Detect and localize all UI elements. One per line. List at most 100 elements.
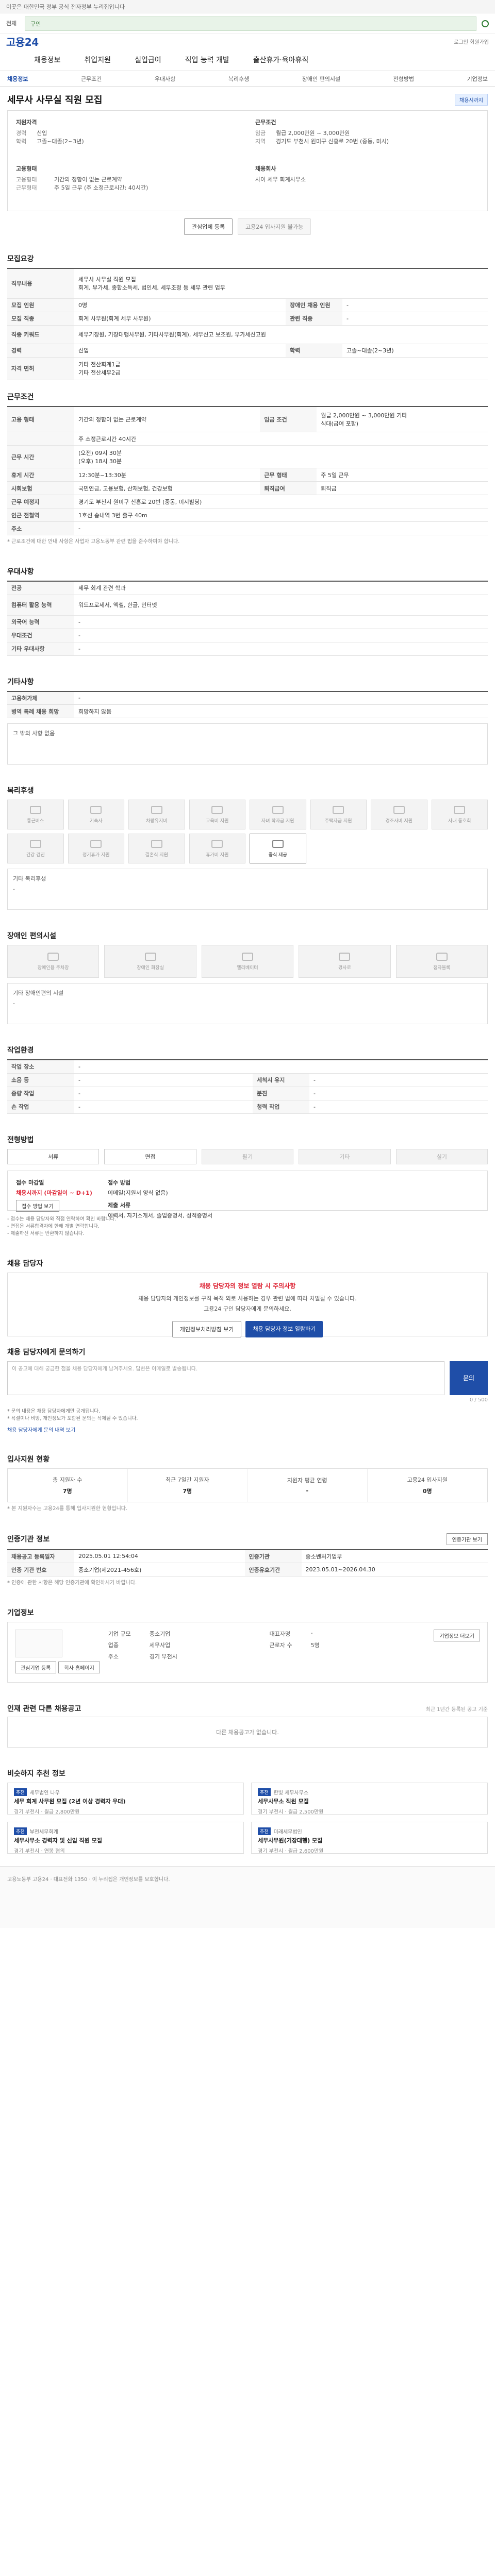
interest-button[interactable]: 관심업체 등록 xyxy=(184,218,233,235)
company-key: 주소 xyxy=(108,1653,119,1660)
search-input[interactable]: 구인 xyxy=(25,16,476,31)
company-value: 중소기업 xyxy=(149,1631,171,1637)
table-row: 기타 우대사항 - xyxy=(7,642,488,656)
footer-text: 고용노동부 고용24 · 대표전화 1350 · 이 누리집은 개인정보를 보호… xyxy=(7,1877,170,1883)
meal-icon xyxy=(272,839,284,848)
recommend-card[interactable]: 추천 미래세무법인 세무사무원(기장대행) 모집 경기 부천시 · 월급 2,60… xyxy=(251,1822,488,1854)
gov-notice: 이곳은 대한민국 정부 공식 전자정부 누리집입니다 xyxy=(6,3,125,10)
benefit-item: 결혼식 지원 xyxy=(128,834,185,863)
summary-cond-title: 근무조건 xyxy=(255,119,276,126)
row-value: 12:30분~13:30분 xyxy=(74,468,260,482)
tab-company[interactable]: 기업정보 xyxy=(467,75,487,83)
summary-key: 지역 xyxy=(255,138,266,145)
company-homepage-button[interactable]: 회사 홈페이지 xyxy=(58,1662,100,1673)
summary-value: 고졸~대졸(2~3년) xyxy=(37,138,84,145)
contact-warning: 채용 담당자의 정보 열람 시 주의사항 xyxy=(199,1282,296,1290)
nav-item-jobs[interactable]: 채용정보 xyxy=(34,55,61,65)
summary-value: 주 5일 근무 (주 소정근로시간: 40시간) xyxy=(54,184,148,191)
tab-benefit[interactable]: 복리후생 xyxy=(228,75,249,83)
summary-value[interactable]: 사이 세무 회계사무소 xyxy=(255,176,306,184)
search-scope-select[interactable]: 전체 xyxy=(6,19,20,29)
company-value: 세무사업 xyxy=(149,1642,171,1649)
rec-title: 세무사무원(기장대행) 모집 xyxy=(258,1837,323,1844)
recommend-card[interactable]: 추천 세무법인 나우 세무 회계 사무원 모집 (2년 이상 경력자 우대) 경기… xyxy=(7,1783,244,1815)
rec-tag: 추천 xyxy=(258,1827,271,1835)
summary-value: 신입 xyxy=(37,130,47,137)
nav-item-support[interactable]: 취업지원 xyxy=(85,55,111,65)
row-value: 세무사 사무실 직원 모집 회계, 부가세, 종합소득세, 법인세, 세무조정 … xyxy=(74,268,488,299)
user-tools[interactable]: 로그인 회원가입 xyxy=(454,38,489,45)
table-row: 소음 등 - 세척시 유지 - xyxy=(7,1073,488,1087)
rec-tag: 추천 xyxy=(14,1827,27,1835)
disab-item: 경사로 xyxy=(299,945,391,978)
section-title-contact: 채용 담당자 xyxy=(7,1259,43,1268)
contact-text: 채용 담당자의 개인정보를 구직 목적 외로 사용하는 경우 관련 법에 따라 … xyxy=(138,1295,357,1302)
tab-recruit[interactable]: 채용정보 xyxy=(7,75,28,83)
inquiry-history-link[interactable]: 채용 담당자에게 문의 내역 보기 xyxy=(7,1426,488,1433)
company-key: 근로자 수 xyxy=(269,1642,292,1649)
gov-notice-bar: 이곳은 대한민국 정부 공식 전자정부 누리집입니다 xyxy=(0,0,495,13)
tab-method[interactable]: 전형방법 xyxy=(393,75,414,83)
view-contact-button[interactable]: 채용 담당자 정보 열람하기 xyxy=(245,1320,323,1337)
tab-pref[interactable]: 우대사항 xyxy=(155,75,175,83)
tab-disab[interactable]: 장애인 편의시설 xyxy=(302,75,340,83)
section-title-benefit: 복리후생 xyxy=(7,787,34,795)
row-key: 인증 기관 번호 xyxy=(7,1563,74,1577)
row-key: 근무 형태 xyxy=(260,468,317,482)
bullet-line: - 면접은 서류합격자에 한해 개별 연락합니다. xyxy=(7,1223,100,1229)
deadline-col: 접수 마감일 채용시까지 (마감일이 ~ D+1) 접수 방법 보기 xyxy=(16,1178,92,1212)
company-box: 관심기업 등록 회사 홈페이지 기업 규모 중소기업 대표자명 - 업종 세무사업 근… xyxy=(7,1622,488,1683)
rec-title: 세무 회계 사무원 모집 (2년 이상 경력자 우대) xyxy=(14,1798,126,1805)
company-more-button[interactable]: 기업정보 더보기 xyxy=(434,1630,480,1641)
row-key: 관련 직종 xyxy=(286,312,343,326)
nav-item-training[interactable]: 직업 능력 개발 xyxy=(185,55,229,65)
summary-key: 학력 xyxy=(16,138,27,145)
disab-other-box: 기타 장애인편의 시설 - xyxy=(7,983,488,1024)
disab-label: 장애인 화장실 xyxy=(137,965,164,971)
nav-item-benefits[interactable]: 실업급여 xyxy=(135,55,161,65)
stat-label: 지원자 평균 연령 xyxy=(287,1477,327,1484)
summary-qual-title: 지원자격 xyxy=(16,119,37,126)
company-logo xyxy=(15,1630,62,1657)
view-method-button[interactable]: 접수 방법 보기 xyxy=(16,1199,59,1212)
stat-value: - xyxy=(306,1487,309,1494)
row-value: 2025.05.01 12:54:04 xyxy=(74,1549,245,1563)
club-icon xyxy=(454,805,466,814)
job-title: 세무사 사무실 직원 모집 xyxy=(7,95,103,106)
section-tabs: 채용정보 근무조건 우대사항 복리후생 장애인 편의시설 전형방법 기업정보 xyxy=(0,71,495,87)
row-value: - xyxy=(74,1100,253,1114)
site-logo[interactable]: 고용24 xyxy=(6,34,39,49)
inquiry-textarea[interactable]: 이 공고에 대해 궁금한 점을 채용 담당자에게 남겨주세요. 답변은 이메일로… xyxy=(7,1361,444,1395)
recommend-card[interactable]: 추천 한빛 세무사무소 세무사무소 직원 모집 경기 부천시 · 월급 2,500… xyxy=(251,1783,488,1815)
row-key: 임금 조건 xyxy=(260,406,317,432)
row-key: 세척시 유지 xyxy=(253,1073,309,1087)
method-practical: 실기 xyxy=(395,1148,488,1164)
inquiry-submit-button[interactable]: 문의 xyxy=(450,1361,488,1395)
benefit-item: 자녀 학자금 지원 xyxy=(250,800,306,829)
section-title-work: 근무조건 xyxy=(7,393,34,401)
section-title-method: 전형방법 xyxy=(7,1136,34,1144)
section-title-other: 기타사항 xyxy=(7,677,34,686)
summary-type-title: 고용형태 xyxy=(16,165,37,172)
method-heading: 접수 방법 xyxy=(107,1179,131,1186)
rec-tag: 추천 xyxy=(258,1788,271,1796)
main-nav: 채용정보 취업지원 실업급여 직업 능력 개발 출산휴가·육아휴직 xyxy=(0,48,495,71)
row-value: - xyxy=(74,521,488,535)
disab-other-value: - xyxy=(13,1000,15,1007)
section-title-workenv: 작업환경 xyxy=(7,1046,34,1055)
apply-button[interactable]: 고용24 입사지원 불가능 xyxy=(238,218,311,235)
benefit-label: 자녀 학자금 지원 xyxy=(261,818,294,824)
row-key: 장애인 채용 인원 xyxy=(286,298,343,312)
company-follow-button[interactable]: 관심기업 등록 xyxy=(15,1662,57,1673)
row-key: 중량 작업 xyxy=(7,1087,74,1100)
privacy-policy-button[interactable]: 개인정보처리방침 보기 xyxy=(172,1320,242,1337)
recommend-card[interactable]: 추천 부천세무회계 세무사무소 경력자 및 신입 직원 모집 경기 부천시 · 연… xyxy=(7,1822,244,1854)
row-key: 채용공고 등록일자 xyxy=(7,1549,74,1563)
agency-view-button[interactable]: 인증기관 보기 xyxy=(446,1533,488,1545)
nav-item-leave[interactable]: 출산휴가·육아휴직 xyxy=(253,55,309,65)
rec-meta: 경기 부천시 · 월급 2,500만원 xyxy=(258,1809,324,1815)
company-info: 기업 규모 중소기업 대표자명 - 업종 세무사업 근로자 수 5명 주소 경기 부천시 xyxy=(108,1630,426,1675)
search-icon[interactable] xyxy=(482,20,489,27)
tab-work[interactable]: 근무조건 xyxy=(81,75,102,83)
table-row: 컴퓨터 활용 능력 워드프로세서, 엑셀, 한글, 인터넷 xyxy=(7,595,488,616)
